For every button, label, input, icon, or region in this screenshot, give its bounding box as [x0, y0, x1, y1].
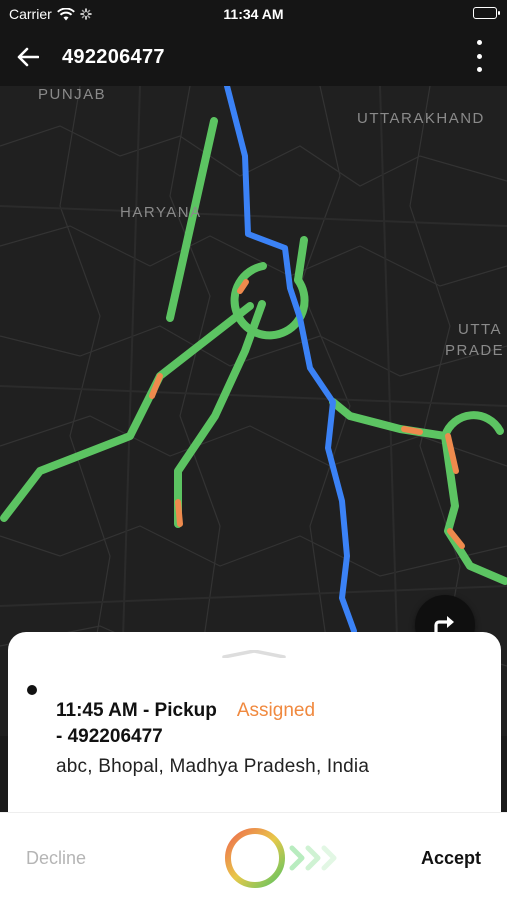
- slider-knob: [225, 828, 285, 888]
- map-label-prade: PRADE: [445, 342, 505, 359]
- pickup-card: 11:45 AM - Pickup Assigned - 492206477 a…: [8, 632, 501, 832]
- pickup-id: - 492206477: [56, 726, 163, 747]
- map-label-utta: UTTA: [458, 321, 503, 338]
- map-label-punjab: PUNJAB: [38, 86, 107, 103]
- more-options-button[interactable]: [473, 40, 485, 72]
- page-title: 492206477: [62, 46, 165, 68]
- status-badge: Assigned: [236, 700, 316, 721]
- timeline-dot: [27, 685, 37, 695]
- back-arrow-icon: [17, 47, 39, 67]
- map-label-uttarakhand: UTTARAKHAND: [357, 110, 485, 127]
- app-header: 492206477: [0, 28, 507, 86]
- pickup-header: 11:45 AM - Pickup Assigned: [56, 700, 315, 722]
- status-bar: Carrier 11:34 AM: [0, 0, 507, 28]
- pickup-time-label: 11:45 AM - Pickup: [56, 700, 217, 721]
- menu-dot: [476, 53, 482, 59]
- action-bar: Decline Accept: [0, 812, 507, 901]
- map-label-haryana: HARYANA: [120, 204, 202, 221]
- drag-handle[interactable]: [222, 650, 286, 658]
- back-button[interactable]: [14, 43, 42, 71]
- pickup-address: abc, Bhopal, Madhya Pradesh, India: [56, 756, 370, 777]
- menu-dot: [476, 67, 482, 72]
- accept-button[interactable]: Accept: [421, 848, 481, 869]
- chevron-right-icon: [305, 845, 321, 871]
- chevron-right-icon: [289, 845, 305, 871]
- battery-icon: [473, 7, 500, 19]
- menu-dot: [476, 40, 482, 45]
- swipe-to-accept-slider[interactable]: [220, 823, 360, 893]
- status-time: 11:34 AM: [223, 6, 284, 22]
- decline-button[interactable]: Decline: [26, 848, 86, 869]
- chevron-right-icon: [321, 845, 337, 871]
